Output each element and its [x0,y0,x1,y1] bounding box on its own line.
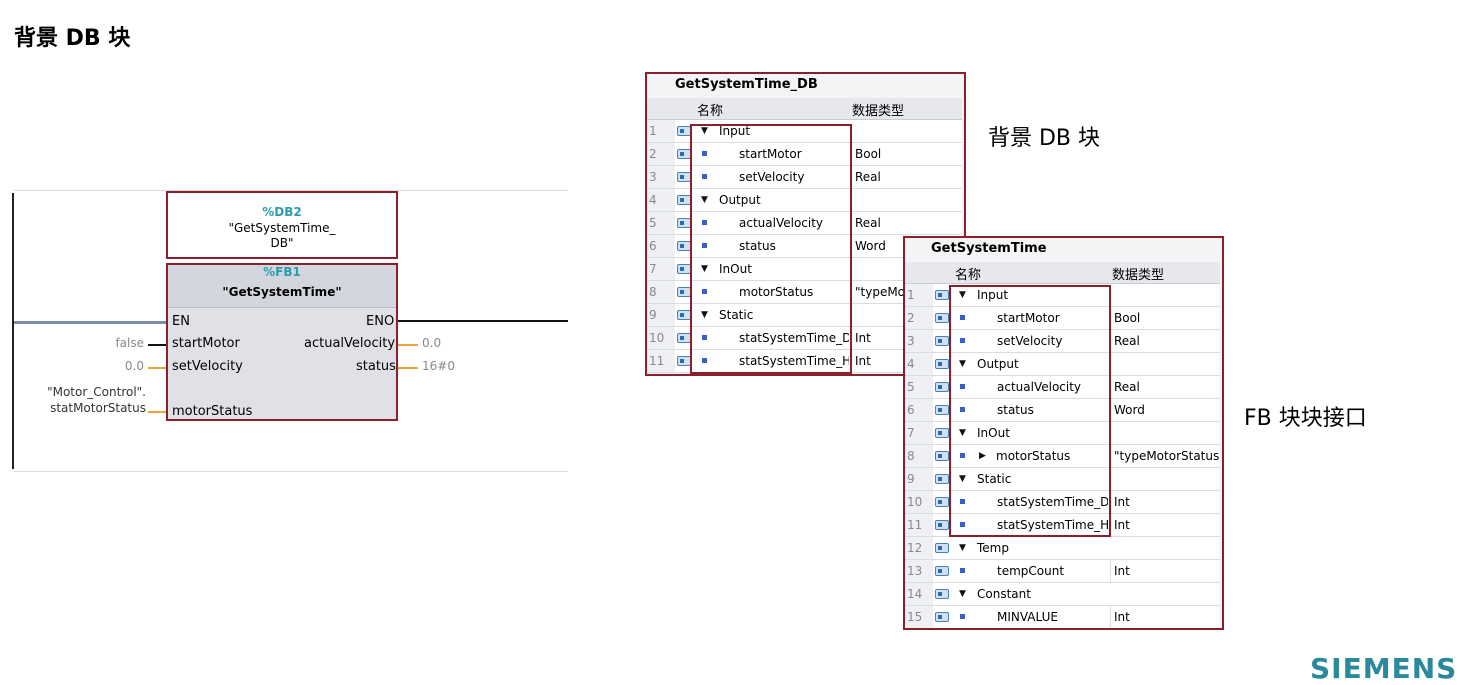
pin-actual-velocity[interactable]: actualVelocity [304,336,395,351]
fb-header-divider [168,307,396,308]
actual-velocity-wire [398,344,418,346]
output-status[interactable]: 16#0 [422,359,455,373]
fb-name: "GetSystemTime" [222,285,342,299]
callout-fb-interface: FB 块块接口 [1244,406,1367,431]
en-input-wire[interactable] [14,320,166,325]
pin-start-motor[interactable]: startMotor [172,336,240,351]
start-motor-wire [148,344,166,346]
db-address: %DB2 [262,205,302,219]
motor-status-wire [148,411,166,413]
db-name-line2: DB" [270,236,294,250]
status-wire [398,367,418,369]
page-title: 背景 DB 块 [14,26,131,51]
operand-motor-line2[interactable]: statMotorStatus [20,401,146,415]
fb-address: %FB1 [263,265,301,279]
pin-eno[interactable]: ENO [366,314,394,329]
operand-start-motor[interactable]: false [80,336,144,350]
siemens-logo: SIEMENS [1310,652,1458,685]
callout-instance-db: 背景 DB 块 [988,126,1101,151]
pin-motor-status[interactable]: motorStatus [172,404,252,419]
power-rail [12,193,14,469]
pin-set-velocity[interactable]: setVelocity [172,359,243,374]
eno-output-wire[interactable] [398,320,568,322]
db-table-highlight [690,124,852,374]
operand-set-velocity[interactable]: 0.0 [80,359,144,373]
output-actual-velocity[interactable]: 0.0 [422,336,441,350]
pin-en[interactable]: EN [172,314,190,329]
operand-motor-line1[interactable]: "Motor_Control". [20,385,146,399]
instance-db-label-box[interactable]: %DB2 "GetSystemTime_ DB" [166,191,398,259]
fb-header: %FB1 "GetSystemTime" [168,265,396,307]
fb-table-highlight [949,285,1111,537]
network-bottom-border [14,471,568,472]
set-velocity-wire [148,367,166,369]
pin-status[interactable]: status [356,359,396,374]
db-name-line1: "GetSystemTime_ [228,221,336,235]
